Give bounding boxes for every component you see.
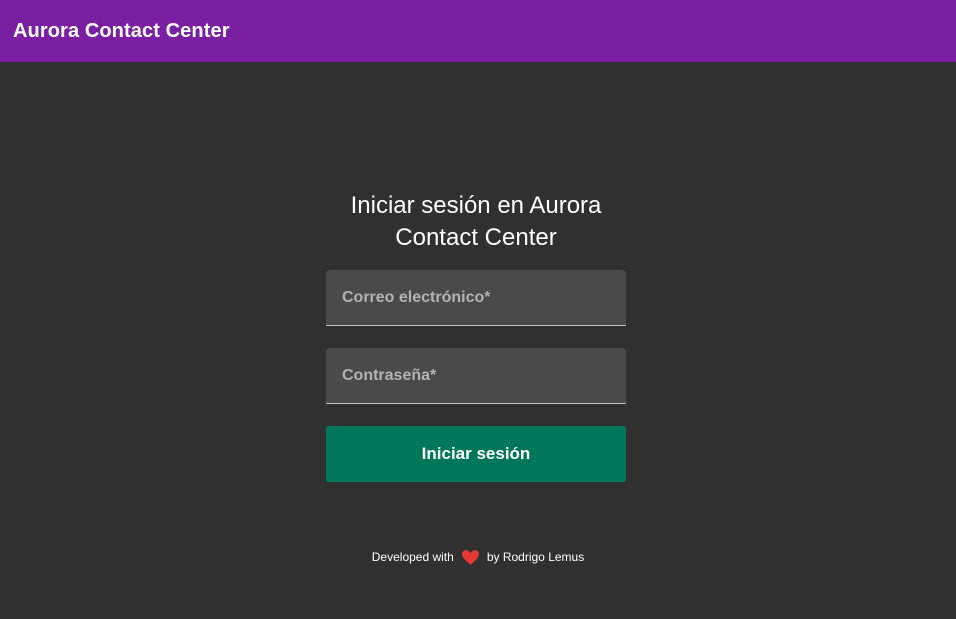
login-heading-line1: Iniciar sesión en Aurora (350, 192, 602, 219)
footer-prefix: Developed with (371, 550, 454, 564)
email-field[interactable] (326, 270, 626, 325)
footer-suffix: by Rodrigo Lemus (486, 550, 585, 564)
login-button[interactable]: Iniciar sesión (326, 426, 626, 482)
password-field-container (326, 348, 626, 404)
app-bar: Aurora Contact Center (0, 0, 956, 62)
password-field[interactable] (326, 348, 626, 403)
app-title: Aurora Contact Center (13, 19, 230, 42)
heart-icon (461, 549, 479, 565)
login-heading: Iniciar sesión en Aurora Contact Center (326, 190, 626, 254)
email-field-container (326, 270, 626, 326)
login-heading-line2: Contact Center (395, 224, 557, 251)
footer-credit: Developed with by Rodrigo Lemus (0, 547, 956, 567)
login-form: Iniciar sesión en Aurora Contact Center … (326, 190, 626, 482)
